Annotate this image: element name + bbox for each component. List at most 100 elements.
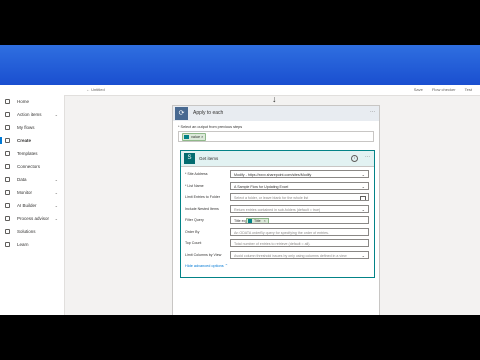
sidebar-item-process-advisor[interactable]: Process advisor ⌄ [0,212,64,225]
get-items-title: Get items [199,156,219,161]
command-actions: Save Flow checker Test [406,87,472,92]
chevron-down-icon[interactable]: ⌄ [362,252,365,258]
field-value: Select a folder, or leave blank for the … [234,196,309,200]
chevron-down-icon[interactable]: ⌄ [55,173,58,186]
sidebar-item-label: Data [17,177,27,182]
sidebar-item-my-flows[interactable]: My flows [0,121,64,134]
sidebar-item-label: Action items [17,112,42,117]
sidebar-item-create[interactable]: Create [0,134,64,147]
top-banner [0,45,480,85]
chevron-down-icon[interactable]: ⌄ [362,206,365,212]
field-row: * List Name A Sample Flow for Updating Ex… [185,181,370,191]
folder-icon[interactable] [360,195,366,200]
field-label: Include Nested Items [185,206,219,211]
sharepoint-icon: S [184,153,195,164]
field-input[interactable]: Avoid column threshold issues by only us… [230,250,369,259]
field-label: Order By [185,229,200,234]
field-label: Limit Columns by View [185,252,222,257]
sidebar-item-label: AI Builder [17,203,37,208]
sidebar-item-action-items[interactable]: Action items ⌄ [0,108,64,121]
chevron-down-icon[interactable]: ⌄ [55,199,58,212]
get-items-card: S Get items i ··· * Site Address Modify -… [180,150,375,278]
connector-icon [5,164,10,169]
sidebar-item-label: Process advisor [17,216,50,221]
sharepoint-icon [184,134,189,140]
field-row: Limit Columns by View Avoid column thresh… [185,250,370,260]
sidebar: Home Action items ⌄ My flows Create Templates… [0,95,65,315]
flow-checker-button[interactable]: Flow checker [432,87,456,92]
get-items-header[interactable]: S Get items i ··· [181,151,374,167]
solutions-icon [5,229,10,234]
more-options-icon[interactable]: ··· [370,109,375,115]
title-token[interactable]: Title × [246,217,269,223]
process-icon [5,216,10,221]
sidebar-item-label: Templates [17,151,38,156]
sidebar-item-solutions[interactable]: Solutions [0,225,64,238]
ai-icon [5,203,10,208]
loop-icon: ⟳ [175,107,188,120]
chevron-down-icon[interactable]: ⌄ [55,108,58,121]
sidebar-item-data[interactable]: Data ⌄ [0,173,64,186]
more-options-icon[interactable]: ··· [365,154,370,160]
monitor-icon [5,190,10,195]
title-token-label: Title [254,218,261,223]
hide-advanced-options-link[interactable]: Hide advanced options ⌃ [185,263,370,268]
sidebar-item-label: Solutions [17,229,36,234]
field-input[interactable]: Modify - https://xxxx.sharepoint.com/sit… [230,170,369,178]
field-input[interactable]: Title eq Title × [230,216,369,224]
apply-to-each-title: Apply to each [193,110,224,116]
app-window: ← Untitled Save Flow checker Test Home Ac… [0,45,480,315]
remove-token-icon[interactable]: × [264,219,266,223]
field-label: Filter Query [185,218,204,222]
home-icon [5,99,10,104]
chevron-down-icon[interactable]: ⌄ [55,212,58,225]
field-value: Total number of entries to retrieve (def… [234,242,311,246]
value-token[interactable]: value × [182,133,207,141]
field-label: Limit Entries to Folder [185,195,220,199]
field-input[interactable]: Select a folder, or leave blank for the … [230,193,369,201]
get-items-fields: * Site Address Modify - https://xxxx.shar… [181,167,374,271]
sidebar-item-templates[interactable]: Templates [0,147,64,160]
sidebar-item-learn[interactable]: Learn [0,238,64,251]
field-row: Filter Query Title eq Title × [185,216,370,225]
field-row: * Site Address Modify - https://xxxx.shar… [185,170,370,179]
flow-icon [5,125,10,130]
test-button[interactable]: Test [465,87,472,92]
checklist-icon [5,112,10,117]
field-value: Modify - https://xxxx.sharepoint.com/sit… [234,173,312,177]
output-label: * Select an output from previous steps [178,125,243,129]
output-field[interactable]: value × [178,131,374,142]
field-row: Include Nested Items Return entries conta… [185,204,370,214]
book-icon [5,242,10,247]
field-row: Order By An ODATA orderBy query for speci… [185,227,370,237]
field-input[interactable]: An ODATA orderBy query for specifying th… [230,227,369,236]
chevron-down-icon[interactable]: ⌄ [362,171,365,177]
sidebar-item-home[interactable]: Home [0,95,64,108]
advanced-options-label: Hide advanced options [185,263,224,268]
field-input[interactable]: Total number of entries to retrieve (def… [230,239,369,247]
save-button[interactable]: Save [414,87,423,92]
sharepoint-icon [248,219,252,223]
chevron-down-icon[interactable]: ⌄ [55,186,58,199]
connector-arrow-icon: ↓ [272,94,277,104]
info-icon[interactable]: i [351,155,358,162]
field-label: * Site Address [185,172,208,176]
chevron-down-icon[interactable]: ⌄ [362,183,365,189]
field-row: Top Count Total number of entries to retr… [185,239,370,248]
apply-to-each-card: ⟳ Apply to each ··· * Select an output f… [172,105,380,315]
sidebar-item-monitor[interactable]: Monitor ⌄ [0,186,64,199]
plus-icon [5,138,10,143]
sidebar-item-ai-builder[interactable]: AI Builder ⌄ [0,199,64,212]
template-icon [5,151,10,156]
field-input[interactable]: A Sample Flow for Updating Excel ⌄ [230,181,369,190]
sidebar-item-label: Connectors [17,164,41,169]
sidebar-item-label: Home [17,99,30,104]
apply-to-each-header[interactable]: ⟳ Apply to each ··· [173,106,379,121]
chevron-up-icon: ⌃ [223,263,228,268]
back-link[interactable]: ← Untitled [86,87,105,92]
field-value: An ODATA orderBy query for specifying th… [234,230,329,235]
field-input[interactable]: Return entries contained in sub-folders … [230,204,369,213]
field-value: Return entries contained in sub-folders … [234,207,321,212]
sidebar-item-label: Create [17,138,32,143]
sidebar-item-connectors[interactable]: Connectors [0,160,64,173]
